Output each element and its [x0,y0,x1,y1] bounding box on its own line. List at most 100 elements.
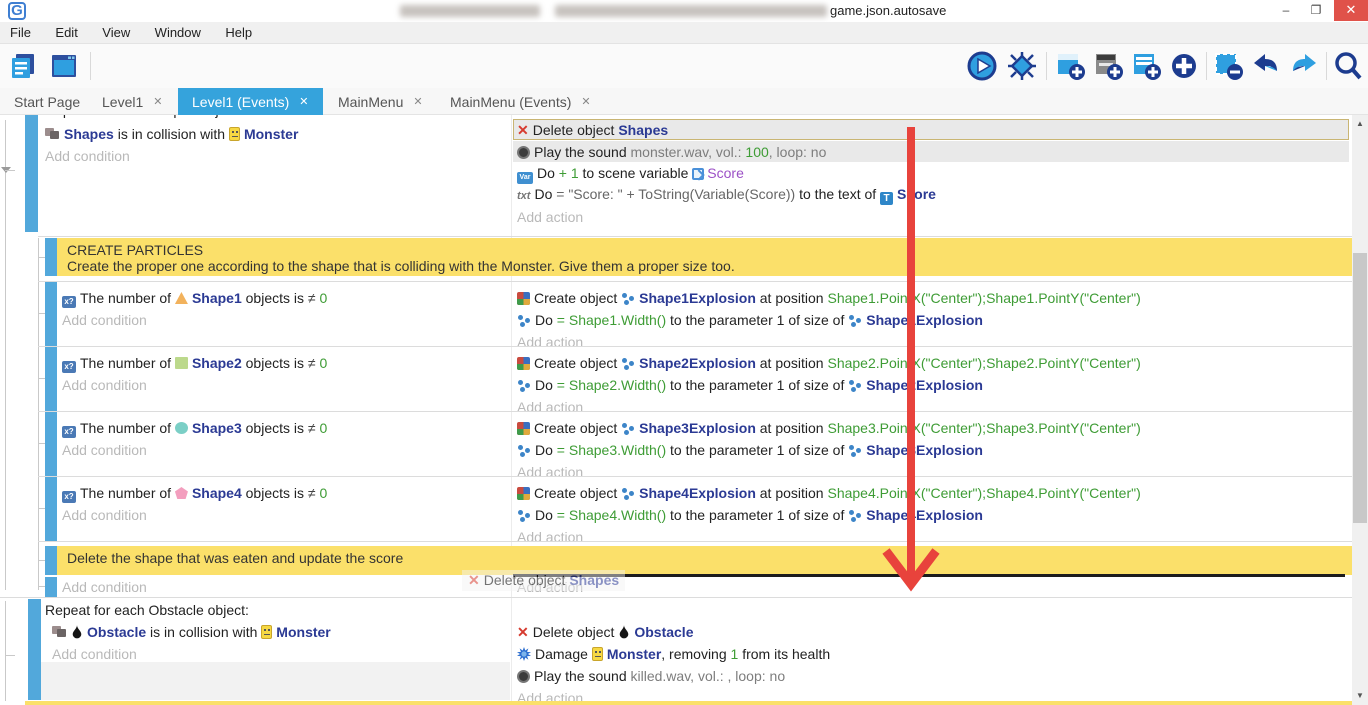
particles-icon [517,379,531,392]
add-condition-button[interactable]: Add condition [62,310,147,331]
variable-icon: Var [517,172,533,184]
undo-icon[interactable] [1250,50,1282,82]
add-event-icon[interactable] [1054,50,1086,82]
tab-bar: Start Page Level1✕ Level1 (Events)✕ Main… [0,88,1368,115]
action-play-sound-killed[interactable]: Play the sound killed.wav, vol.: , loop:… [517,666,785,687]
add-condition-button[interactable]: Add condition [62,577,147,598]
project-manager-icon[interactable] [8,50,40,82]
particles-icon [621,487,635,500]
scroll-down-icon[interactable]: ▼ [1352,689,1368,703]
monster-object-icon [592,647,603,661]
drag-drop-indicator [513,574,1345,577]
tab-close-icon[interactable]: ✕ [299,95,308,108]
particles-icon [517,444,531,457]
tab-close-icon[interactable]: ✕ [413,95,422,108]
comment-body: Create the proper one according to the s… [67,258,1342,274]
action-set-score-text[interactable]: txtDo = "Score: " + ToString(Variable(Sc… [517,184,936,205]
action-create-shape2explosion[interactable]: Create object Shape2Explosion at positio… [517,353,1141,374]
action-delete-obstacle[interactable]: ✕Delete object Obstacle [517,622,693,643]
scroll-up-icon[interactable]: ▲ [1352,117,1368,131]
event-accent-bar[interactable] [45,282,57,346]
tab-level1[interactable]: Level1✕ [88,88,176,115]
redo-icon[interactable] [1288,50,1320,82]
add-condition-button[interactable]: Add condition [62,375,147,396]
close-button[interactable]: ✕ [1334,0,1368,21]
condition-shape2-count[interactable]: x?The number of Shape2 objects is ≠ 0 [62,353,327,374]
add-other-event-icon[interactable] [1168,50,1200,82]
add-condition-button[interactable]: Add condition [62,505,147,526]
create-object-icon [517,487,530,500]
minimize-button[interactable]: – [1272,0,1300,21]
next-comment-sliver [25,701,1352,705]
action-create-shape1explosion[interactable]: Create object Shape1Explosion at positio… [517,288,1141,309]
menu-window[interactable]: Window [145,22,211,43]
shape2-square-icon [175,357,188,369]
comment-delete-shape[interactable]: Delete the shape that was eaten and upda… [57,546,1352,575]
maximize-button[interactable]: ❐ [1302,0,1330,21]
comment-accent-bar[interactable] [45,546,57,575]
menu-view[interactable]: View [92,22,140,43]
condition-shapes-collision[interactable]: Shapes is in collision with Monster [45,124,298,145]
event2-header[interactable]: Repeat for each Obstacle object: [45,600,249,621]
particles-icon [621,422,635,435]
menu-help[interactable]: Help [215,22,262,43]
action-play-sound-monster[interactable]: Play the sound monster.wav, vol.: 100, l… [517,142,826,163]
add-action-button[interactable]: Add action [517,462,583,483]
tab-close-icon[interactable]: ✕ [153,95,162,108]
tab-mainmenu-events[interactable]: MainMenu (Events)✕ [436,88,605,115]
scene-window-icon[interactable] [48,50,80,82]
condition-shape4-count[interactable]: x?The number of Shape4 objects is ≠ 0 [62,483,327,504]
comment-accent-bar[interactable] [45,238,57,276]
action-increment-score-variable[interactable]: VarDo + 1 to scene variable Score [517,163,744,184]
event-accent-bar[interactable] [45,477,57,541]
debug-icon[interactable] [1006,50,1038,82]
events-editor: Repeat for each Shapes object: Shapes is… [0,115,1352,705]
particles-icon [621,292,635,305]
event-accent-bar[interactable] [45,577,57,597]
toolbar [0,44,1368,88]
preview-play-icon[interactable] [966,50,998,82]
action-size-shape4explosion[interactable]: Do = Shape4.Width() to the parameter 1 o… [517,505,983,526]
comment-create-particles[interactable]: CREATE PARTICLES Create the proper one a… [57,238,1352,276]
comment-text: Delete the shape that was eaten and upda… [67,550,1342,566]
tab-level1-events[interactable]: Level1 (Events)✕ [178,88,323,115]
search-icon[interactable] [1332,50,1364,82]
particles-icon [517,509,531,522]
action-size-shape1explosion[interactable]: Do = Shape1.Width() to the parameter 1 o… [517,310,983,331]
shape3-circle-icon [175,422,188,434]
event-header-clipped: Repeat for each Shapes object: [45,115,241,121]
add-action-button[interactable]: Add action [517,397,583,418]
collision-icon [52,626,67,638]
add-condition-button[interactable]: Add condition [45,146,130,167]
scrollbar-thumb[interactable] [1353,253,1367,523]
add-action-button[interactable]: Add action [517,207,583,228]
tab-mainmenu[interactable]: MainMenu✕ [324,88,437,115]
action-damage-monster[interactable]: Damage Monster, removing 1 from its heal… [517,644,830,665]
event-accent-bar[interactable] [25,115,38,232]
add-action-button[interactable]: Add action [517,332,583,353]
condition-obstacle-collision[interactable]: Obstacle is in collision with Monster [52,622,331,643]
event-accent-bar[interactable] [45,347,57,411]
menu-file[interactable]: File [0,22,41,43]
action-create-shape3explosion[interactable]: Create object Shape3Explosion at positio… [517,418,1141,439]
event-accent-bar[interactable] [45,412,57,476]
menu-edit[interactable]: Edit [45,22,87,43]
action-create-shape4explosion[interactable]: Create object Shape4Explosion at positio… [517,483,1141,504]
add-action-button[interactable]: Add action [517,527,583,548]
condition-shape1-count[interactable]: x?The number of Shape1 objects is ≠ 0 [62,288,327,309]
action-delete-shapes[interactable]: ✕Delete object Shapes [517,120,668,141]
action-size-shape3explosion[interactable]: Do = Shape3.Width() to the parameter 1 o… [517,440,983,461]
monster-object-icon [261,625,272,639]
particles-icon [621,357,635,370]
event-accent-bar[interactable] [28,599,41,700]
add-condition-button[interactable]: Add condition [52,644,137,665]
delete-event-icon[interactable] [1212,50,1244,82]
add-subevent-icon[interactable] [1092,50,1124,82]
tab-close-icon[interactable]: ✕ [581,95,590,108]
tab-start-page[interactable]: Start Page [0,88,94,115]
add-comment-icon[interactable] [1130,50,1162,82]
obstacle-object-icon [71,624,83,638]
add-condition-button[interactable]: Add condition [62,440,147,461]
condition-shape3-count[interactable]: x?The number of Shape3 objects is ≠ 0 [62,418,327,439]
action-size-shape2explosion[interactable]: Do = Shape2.Width() to the parameter 1 o… [517,375,983,396]
